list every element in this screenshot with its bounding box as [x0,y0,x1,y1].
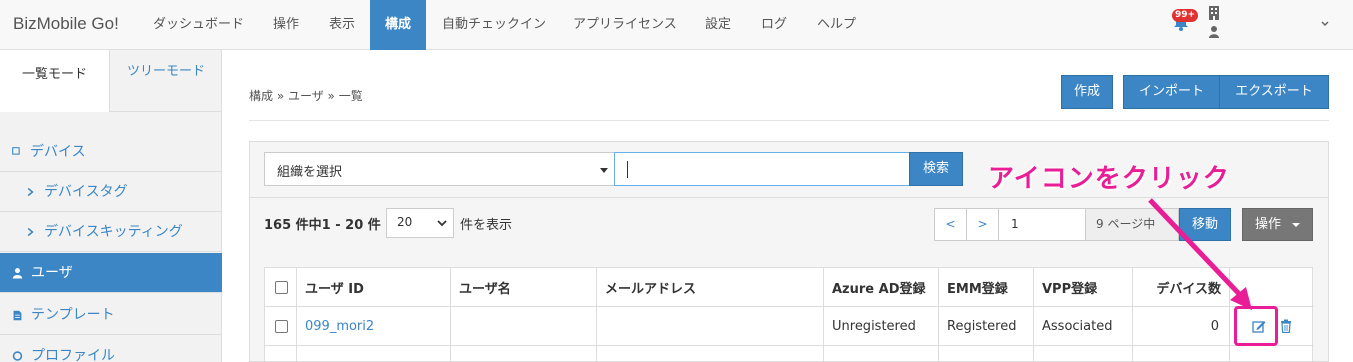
text-cursor [627,161,628,178]
actions-dropdown-button[interactable]: 操作 [1242,208,1313,241]
header-emm[interactable]: EMM登録 [939,268,1034,306]
user-menu-icon[interactable] [1209,26,1219,38]
row-select-cell [265,307,297,345]
sidebar-item-label: デバイスタグ [44,184,128,200]
organization-select[interactable]: 組織を選択 [264,152,615,186]
nav-dashboard[interactable]: ダッシュボード [153,0,244,50]
table-header-row: ユーザ ID ユーザ名 メールアドレス Azure AD登録 EMM登録 VPP… [265,268,1314,307]
notification-badge: 99+ [1172,9,1199,22]
table-row: 099_mori2 Unregistered Registered Associ… [265,307,1314,346]
nav-view[interactable]: 表示 [329,0,355,50]
sidebar-item-label: ユーザ [31,265,73,281]
chevron-down-icon [437,220,447,227]
result-count: 165 件中1 - 20 件 [264,218,381,233]
cell-device-count: 0 [1133,307,1230,345]
cell-user-name [451,346,597,362]
header-vpp[interactable]: VPP登録 [1034,268,1133,306]
chevron-right-icon [27,227,34,237]
actions-dropdown-label: 操作 [1255,217,1282,232]
caret-down-icon [1292,223,1300,227]
user-id-link[interactable]: 099_mori2 [305,319,374,334]
sidebar-item-users[interactable]: ユーザ [0,253,222,293]
import-button[interactable]: インポート [1123,75,1220,109]
search-input[interactable] [614,152,910,186]
row-select-cell [265,346,297,362]
per-page-select[interactable]: 20 [386,208,454,238]
header-email[interactable]: メールアドレス [597,268,824,306]
nav-operation[interactable]: 操作 [273,0,299,50]
cell-azure-ad [824,346,939,362]
header-user-name[interactable]: ユーザ名 [451,268,597,306]
cell-actions [1230,346,1314,362]
sidebar-item-label: デバイスキッティング [44,224,183,240]
user-icon [12,268,23,279]
sidebar-item-label: デバイス [30,144,86,160]
sidebar-item-label: プロファイル [31,348,115,362]
cell-azure-ad: Unregistered [824,307,939,345]
cell-user-id [297,346,451,362]
cell-email [597,307,824,345]
search-button[interactable]: 検索 [909,152,963,186]
nav-auto-checkin[interactable]: 自動チェックイン [442,0,546,50]
per-page-value: 20 [397,215,413,229]
header-azure-ad[interactable]: Azure AD登録 [824,268,939,306]
per-page-label: 件を表示 [460,218,513,233]
nav-configuration[interactable]: 構成 [370,0,426,50]
organization-select-value: 組織を選択 [277,165,343,180]
cell-device-count [1133,346,1230,362]
sidebar-item-devices[interactable]: デバイス [0,132,222,172]
header-user-id[interactable]: ユーザ ID [297,268,451,306]
annotation-highlight-box [1234,306,1278,346]
breadcrumb: 構成 » ユーザ » 一覧 [249,89,363,103]
select-all-checkbox[interactable] [275,280,288,294]
sidebar-item-label: テンプレート [31,307,115,323]
cell-vpp: Associated [1034,307,1133,345]
cell-user-id: 099_mori2 [297,307,451,345]
cell-vpp [1034,346,1133,362]
header-actions [1230,268,1314,306]
cell-emm: Registered [939,307,1034,345]
chevron-down-icon[interactable] [1320,19,1330,29]
sidebar-item-profiles[interactable]: プロファイル [0,336,222,362]
table-row [265,346,1314,362]
nav-app-license[interactable]: アプリライセンス [573,0,677,50]
row-checkbox[interactable] [275,319,288,333]
page-number-input[interactable]: 1 [998,208,1086,241]
cell-emm [939,346,1034,362]
create-button[interactable]: 作成 [1061,75,1113,109]
document-icon [13,310,22,320]
panel-separator [249,197,1329,198]
profile-icon [12,351,23,361]
header-divider [249,120,1329,121]
header-device-count[interactable]: デバイス数 [1133,268,1230,306]
brand-logo[interactable]: BizMobile Go! [13,14,119,34]
sidebar-item-device-kitting[interactable]: デバイスキッティング [0,212,222,252]
square-icon [12,147,20,155]
tab-list-mode[interactable]: 一覧モード [0,50,110,112]
cell-email [597,346,824,362]
annotation-label: アイコンをクリック [988,164,1230,194]
sidebar-item-templates[interactable]: テンプレート [0,295,222,335]
move-button[interactable]: 移動 [1179,208,1231,241]
nav-log[interactable]: ログ [761,0,787,50]
tab-tree-mode[interactable]: ツリーモード [110,50,222,112]
select-all-cell [265,268,297,306]
caret-down-icon [600,168,608,173]
cell-user-name [451,307,597,345]
top-navbar: BizMobile Go! ダッシュボード 操作 表示 構成 自動チェックイン … [0,0,1353,50]
export-button[interactable]: エクスポート [1219,75,1329,109]
pager-next-button[interactable]: > [966,208,999,241]
chevron-right-icon [27,187,34,197]
users-table: ユーザ ID ユーザ名 メールアドレス Azure AD登録 EMM登録 VPP… [264,267,1314,362]
pager-prev-button[interactable]: < [934,208,967,241]
trash-icon[interactable] [1280,319,1292,333]
sidebar-item-device-tags[interactable]: デバイスタグ [0,172,222,212]
nav-help[interactable]: ヘルプ [817,0,856,50]
nav-settings[interactable]: 設定 [705,0,731,50]
building-icon[interactable] [1209,6,1219,20]
page-total-label: 9 ページ中 [1085,208,1179,241]
